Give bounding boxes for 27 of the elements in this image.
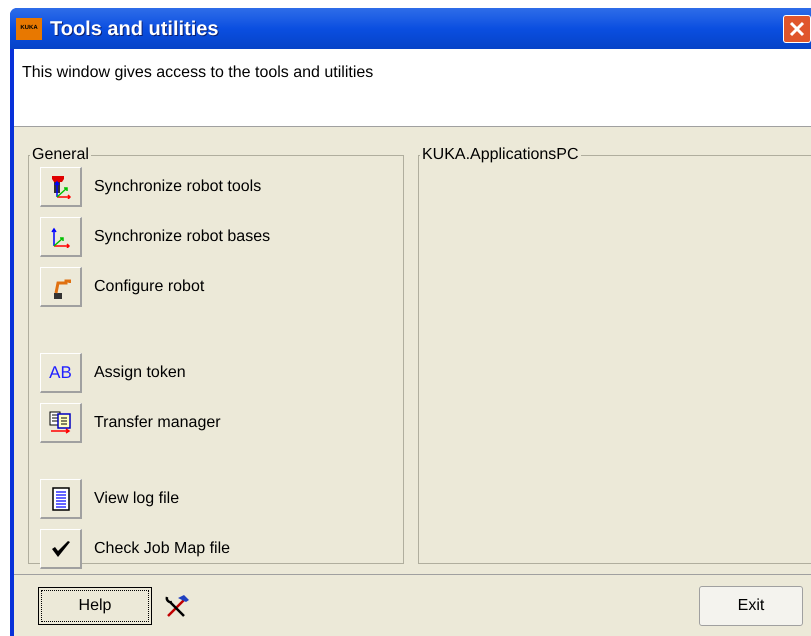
tool-button[interactable]: [40, 529, 82, 569]
axes-icon: [50, 226, 70, 248]
list-document-icon: [52, 486, 70, 510]
close-icon: [789, 20, 805, 36]
exit-button[interactable]: Exit: [699, 586, 803, 626]
checkmark-icon: [50, 540, 70, 558]
tool-button[interactable]: [40, 403, 82, 443]
tool-button[interactable]: [40, 167, 82, 207]
tool-label: View log file: [94, 489, 180, 509]
window-title: Tools and utilities: [50, 16, 219, 42]
group-title: KUKA.ApplicationsPC: [421, 145, 580, 165]
description: This window gives access to the tools and utilities: [22, 63, 374, 83]
tool-label: Synchronize robot tools: [94, 177, 262, 197]
transfer-icon: [48, 410, 72, 434]
tool-label: Check Job Map file: [94, 539, 230, 559]
tool-button[interactable]: [40, 267, 82, 307]
tool-button[interactable]: [40, 479, 82, 519]
help-button[interactable]: Help: [38, 586, 152, 624]
close-button[interactable]: [783, 14, 811, 42]
tool-label: Synchronize robot bases: [94, 227, 270, 247]
tool-label: Configure robot: [94, 277, 204, 297]
group-title: General: [31, 145, 90, 165]
hammer-wrench-icon: [164, 594, 190, 618]
tool-button[interactable]: AB: [40, 353, 82, 393]
tool-frame-icon: [50, 174, 72, 198]
tool-label: Assign token: [94, 363, 186, 383]
tool-label: Transfer manager: [94, 413, 221, 433]
